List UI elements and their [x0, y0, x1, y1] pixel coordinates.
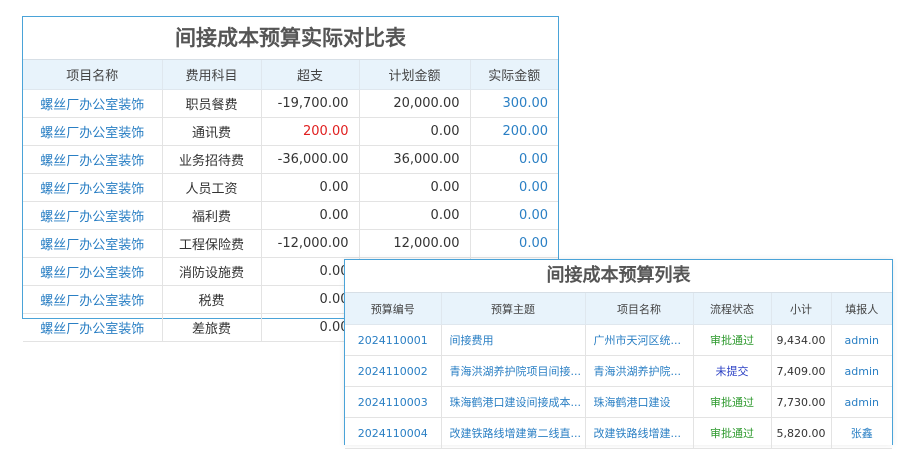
subtotal-cell: 7,730.00	[771, 386, 832, 418]
cost-item-cell: 福利费	[162, 201, 262, 230]
budget-topic-link[interactable]: 青海洪湖养护院项目间接...	[441, 355, 586, 387]
col-header-budget-id[interactable]: 预算编号	[345, 293, 442, 325]
cost-item-cell: 业务招待费	[162, 145, 262, 174]
table-row[interactable]: 2024110003 珠海鹤港口建设间接成本... 珠海鹤港口建设 审批通过 7,730…	[345, 386, 892, 418]
plan-amount-cell: 0.00	[359, 117, 471, 146]
overrun-cell: -36,000.00	[261, 145, 360, 174]
table-header-row: 预算编号 预算主题 项目名称 流程状态 小计 填报人	[345, 293, 892, 325]
subtotal-cell: 5,820.00	[771, 417, 832, 449]
table-row[interactable]: 螺丝厂办公室装饰 工程保险费 -12,000.00 12,000.00 0.00	[23, 229, 558, 258]
budget-list-panel: 间接成本预算列表 预算编号 预算主题 项目名称 流程状态 小计 填报人 2024…	[344, 259, 893, 449]
project-name-link[interactable]: 青海洪湖养护院...	[585, 355, 694, 387]
actual-amount-cell: 0.00	[470, 229, 558, 258]
table-row[interactable]: 螺丝厂办公室装饰 业务招待费 -36,000.00 36,000.00 0.00	[23, 145, 558, 174]
project-name-link[interactable]: 螺丝厂办公室装饰	[23, 117, 163, 146]
subtotal-cell: 7,409.00	[771, 355, 832, 387]
col-header-actual-amount[interactable]: 实际金额	[470, 60, 558, 90]
filer-link[interactable]: admin	[831, 386, 892, 418]
filer-link[interactable]: admin	[831, 355, 892, 387]
actual-amount-cell: 300.00	[470, 89, 558, 118]
actual-amount-cell: 0.00	[470, 201, 558, 230]
overrun-cell: -19,700.00	[261, 89, 360, 118]
cost-item-cell: 消防设施费	[162, 257, 262, 286]
table-row[interactable]: 螺丝厂办公室装饰 福利费 0.00 0.00 0.00	[23, 201, 558, 230]
col-header-budget-topic[interactable]: 预算主题	[441, 293, 586, 325]
table-row[interactable]: 2024110004 改建铁路线增建第二线直... 改建铁路线增建... 审批通过 5,…	[345, 417, 892, 449]
plan-amount-cell: 36,000.00	[359, 145, 471, 174]
filer-link[interactable]: admin	[831, 324, 892, 356]
cost-item-cell: 税费	[162, 285, 262, 314]
panel-title: 间接成本预算列表	[345, 260, 892, 293]
col-header-project-name[interactable]: 项目名称	[23, 60, 163, 90]
budget-id-link[interactable]: 2024110004	[345, 417, 442, 449]
budget-id-link[interactable]: 2024110002	[345, 355, 442, 387]
col-header-filer[interactable]: 填报人	[831, 293, 892, 325]
actual-amount-cell: 0.00	[470, 173, 558, 202]
filer-link[interactable]: 张鑫	[831, 417, 892, 449]
subtotal-cell: 9,434.00	[771, 324, 832, 356]
project-name-link[interactable]: 珠海鹤港口建设	[585, 386, 694, 418]
overrun-cell: 200.00	[261, 117, 360, 146]
col-header-overrun[interactable]: 超支	[261, 60, 360, 90]
overrun-cell: 0.00	[261, 173, 360, 202]
status-badge: 审批通过	[693, 324, 772, 356]
budget-id-link[interactable]: 2024110003	[345, 386, 442, 418]
plan-amount-cell: 12,000.00	[359, 229, 471, 258]
project-name-link[interactable]: 螺丝厂办公室装饰	[23, 173, 163, 202]
table-row[interactable]: 螺丝厂办公室装饰 职员餐费 -19,700.00 20,000.00 300.00	[23, 89, 558, 118]
col-header-cost-item[interactable]: 费用科目	[162, 60, 262, 90]
table-row[interactable]: 2024110002 青海洪湖养护院项目间接... 青海洪湖养护院... 未提交 7,4…	[345, 355, 892, 387]
project-name-link[interactable]: 螺丝厂办公室装饰	[23, 229, 163, 258]
cost-item-cell: 职员餐费	[162, 89, 262, 118]
table-row[interactable]: 螺丝厂办公室装饰 通讯费 200.00 0.00 200.00	[23, 117, 558, 146]
col-header-flow-status[interactable]: 流程状态	[693, 293, 772, 325]
col-header-subtotal[interactable]: 小计	[771, 293, 832, 325]
col-header-project-name[interactable]: 项目名称	[585, 293, 694, 325]
project-name-link[interactable]: 螺丝厂办公室装饰	[23, 257, 163, 286]
actual-amount-cell: 200.00	[470, 117, 558, 146]
cost-item-cell: 人员工资	[162, 173, 262, 202]
plan-amount-cell: 0.00	[359, 201, 471, 230]
budget-topic-link[interactable]: 改建铁路线增建第二线直...	[441, 417, 586, 449]
overrun-cell: -12,000.00	[261, 229, 360, 258]
panel-title: 间接成本预算实际对比表	[23, 17, 558, 60]
project-name-link[interactable]: 螺丝厂办公室装饰	[23, 313, 163, 342]
project-name-link[interactable]: 广州市天河区统...	[585, 324, 694, 356]
project-name-link[interactable]: 螺丝厂办公室装饰	[23, 89, 163, 118]
project-name-link[interactable]: 螺丝厂办公室装饰	[23, 145, 163, 174]
status-badge: 审批通过	[693, 417, 772, 449]
project-name-link[interactable]: 螺丝厂办公室装饰	[23, 201, 163, 230]
cost-item-cell: 差旅费	[162, 313, 262, 342]
table-row[interactable]: 螺丝厂办公室装饰 人员工资 0.00 0.00 0.00	[23, 173, 558, 202]
status-badge: 未提交	[693, 355, 772, 387]
table-row[interactable]: 2024110001 间接费用 广州市天河区统... 审批通过 9,434.00 admi…	[345, 324, 892, 356]
budget-topic-link[interactable]: 间接费用	[441, 324, 586, 356]
actual-amount-cell: 0.00	[470, 145, 558, 174]
plan-amount-cell: 20,000.00	[359, 89, 471, 118]
cost-item-cell: 通讯费	[162, 117, 262, 146]
budget-id-link[interactable]: 2024110001	[345, 324, 442, 356]
status-badge: 审批通过	[693, 386, 772, 418]
col-header-plan-amount[interactable]: 计划金额	[359, 60, 471, 90]
budget-topic-link[interactable]: 珠海鹤港口建设间接成本...	[441, 386, 586, 418]
table-header-row: 项目名称 费用科目 超支 计划金额 实际金额	[23, 60, 558, 90]
project-name-link[interactable]: 改建铁路线增建...	[585, 417, 694, 449]
budget-list-table: 预算编号 预算主题 项目名称 流程状态 小计 填报人 2024110001 间接费…	[345, 293, 892, 449]
cost-item-cell: 工程保险费	[162, 229, 262, 258]
plan-amount-cell: 0.00	[359, 173, 471, 202]
project-name-link[interactable]: 螺丝厂办公室装饰	[23, 285, 163, 314]
overrun-cell: 0.00	[261, 201, 360, 230]
